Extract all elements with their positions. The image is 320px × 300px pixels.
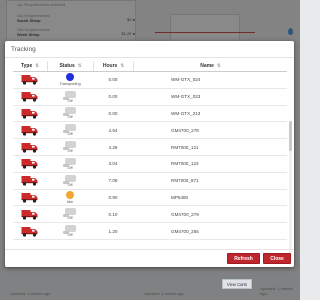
column-header-hours[interactable]: Hours ⇅ bbox=[93, 61, 133, 71]
hours-cell: 0.00 bbox=[108, 110, 118, 116]
status-indicator-icon bbox=[62, 157, 76, 167]
status-cell: Transporting bbox=[47, 72, 93, 88]
sort-icon[interactable]: ⇅ bbox=[35, 63, 39, 69]
table-row[interactable]: Off 3.04 RM7000_123 bbox=[13, 156, 287, 173]
name-cell: WM-GTX_024 bbox=[171, 77, 201, 83]
table-row[interactable]: Idle 0.90 MP5480 bbox=[13, 190, 287, 207]
truck-icon bbox=[21, 209, 38, 220]
table-row[interactable]: Off 0.00 WM-GTX_023 bbox=[13, 89, 287, 106]
table-row[interactable]: Off 1.20 GM4700_255 bbox=[13, 223, 287, 240]
status-label: Idle bbox=[66, 199, 74, 204]
truck-icon bbox=[21, 92, 38, 102]
table-row[interactable]: Off 7.08 RM7000_871 bbox=[13, 173, 287, 190]
status-cell: Off bbox=[47, 156, 93, 172]
column-label: Type bbox=[20, 63, 33, 69]
sort-icon[interactable]: ⇅ bbox=[120, 63, 124, 69]
modal-header: Tracking bbox=[5, 41, 294, 58]
status-cell: Off bbox=[47, 173, 93, 189]
modal-footer: Refresh Close bbox=[5, 249, 294, 267]
column-label: Status bbox=[59, 63, 75, 69]
truck-icon bbox=[21, 75, 38, 85]
status-indicator-icon bbox=[62, 90, 76, 100]
table-header: Type ⇅ Status ⇅ Hours ⇅ Name ⇅ bbox=[13, 61, 287, 72]
table-row[interactable]: Off 4.28 RM7000_121 bbox=[13, 139, 287, 156]
truck-icon bbox=[21, 192, 38, 203]
tracking-modal: Tracking Type ⇅ Status ⇅ Hours ⇅ Name ⇅ bbox=[5, 41, 294, 267]
scrollbar[interactable] bbox=[289, 121, 292, 261]
status-indicator-icon bbox=[62, 225, 76, 235]
status-cell: Off bbox=[47, 89, 93, 105]
name-cell: GM4700_278 bbox=[171, 127, 199, 133]
hours-cell: 3.04 bbox=[108, 161, 118, 167]
truck-icon bbox=[21, 159, 38, 169]
sort-icon[interactable]: ⇅ bbox=[217, 63, 221, 69]
status-indicator-icon bbox=[62, 208, 76, 218]
hours-cell: 4.54 bbox=[108, 127, 118, 133]
status-cell: Off bbox=[47, 106, 93, 122]
truck-icon bbox=[21, 125, 38, 136]
hours-cell: 1.20 bbox=[108, 228, 118, 234]
column-header-type[interactable]: Type ⇅ bbox=[13, 61, 47, 71]
scrollbar-thumb[interactable] bbox=[289, 121, 292, 151]
type-cell bbox=[13, 190, 47, 206]
name-cell: GM4700_255 bbox=[171, 228, 199, 234]
hours-cell: 0.90 bbox=[108, 194, 118, 200]
name-cell: RM7000_121 bbox=[171, 144, 199, 150]
status-indicator-icon bbox=[66, 190, 74, 199]
column-header-name[interactable]: Name ⇅ bbox=[133, 61, 287, 71]
truck-icon bbox=[21, 226, 38, 237]
status-cell: Off bbox=[47, 223, 93, 239]
status-cell: Off bbox=[47, 206, 93, 222]
status-label: Transporting bbox=[59, 82, 81, 87]
hours-cell: 0.00 bbox=[108, 77, 118, 83]
status-indicator-icon bbox=[62, 124, 76, 134]
type-cell bbox=[13, 206, 47, 222]
status-indicator-icon bbox=[62, 174, 76, 184]
hours-cell: 0.00 bbox=[108, 94, 118, 100]
status-cell: Idle bbox=[47, 190, 93, 206]
type-cell bbox=[13, 223, 47, 239]
table-row[interactable]: Off 4.54 GM4700_278 bbox=[13, 122, 287, 140]
name-cell: WM-GTX_023 bbox=[171, 94, 201, 100]
column-label: Hours bbox=[102, 63, 118, 69]
type-cell bbox=[13, 89, 47, 105]
name-cell: MP5480 bbox=[171, 194, 189, 200]
hours-cell: 0.10 bbox=[108, 211, 118, 217]
name-cell: RM7000_123 bbox=[171, 161, 199, 167]
name-cell: RM7000_871 bbox=[171, 178, 199, 184]
status-indicator-icon bbox=[62, 107, 76, 117]
sort-icon[interactable]: ⇅ bbox=[78, 63, 82, 69]
type-cell bbox=[13, 106, 47, 122]
table-body: Transporting 0.00 WM-GTX_024 Off 0.00 WM… bbox=[13, 72, 287, 240]
truck-icon bbox=[21, 108, 38, 119]
table-row[interactable]: Off 0.00 WM-GTX_213 bbox=[13, 106, 287, 123]
modal-title: Tracking bbox=[11, 46, 36, 53]
type-cell bbox=[13, 72, 47, 88]
type-cell bbox=[13, 173, 47, 189]
hours-cell: 4.28 bbox=[108, 144, 118, 150]
type-cell bbox=[13, 156, 47, 172]
truck-icon bbox=[21, 176, 38, 186]
type-cell bbox=[13, 122, 47, 138]
status-indicator-icon bbox=[62, 141, 76, 151]
table-row[interactable]: Transporting 0.00 WM-GTX_024 bbox=[13, 72, 287, 89]
truck-icon bbox=[21, 142, 38, 153]
name-cell: GM4700_279 bbox=[171, 211, 199, 217]
name-cell: WM-GTX_213 bbox=[171, 110, 201, 116]
table-row[interactable]: Off 0.10 GM4700_279 bbox=[13, 206, 287, 224]
status-cell: Off bbox=[47, 122, 93, 138]
column-label: Name bbox=[200, 63, 214, 69]
status-label: Off bbox=[67, 115, 73, 120]
hours-cell: 7.08 bbox=[108, 178, 118, 184]
status-cell: Off bbox=[47, 139, 93, 155]
type-cell bbox=[13, 139, 47, 155]
column-header-status[interactable]: Status ⇅ bbox=[47, 61, 93, 71]
close-button[interactable]: Close bbox=[263, 253, 291, 264]
refresh-button[interactable]: Refresh bbox=[227, 253, 260, 264]
status-indicator-icon bbox=[66, 73, 74, 82]
